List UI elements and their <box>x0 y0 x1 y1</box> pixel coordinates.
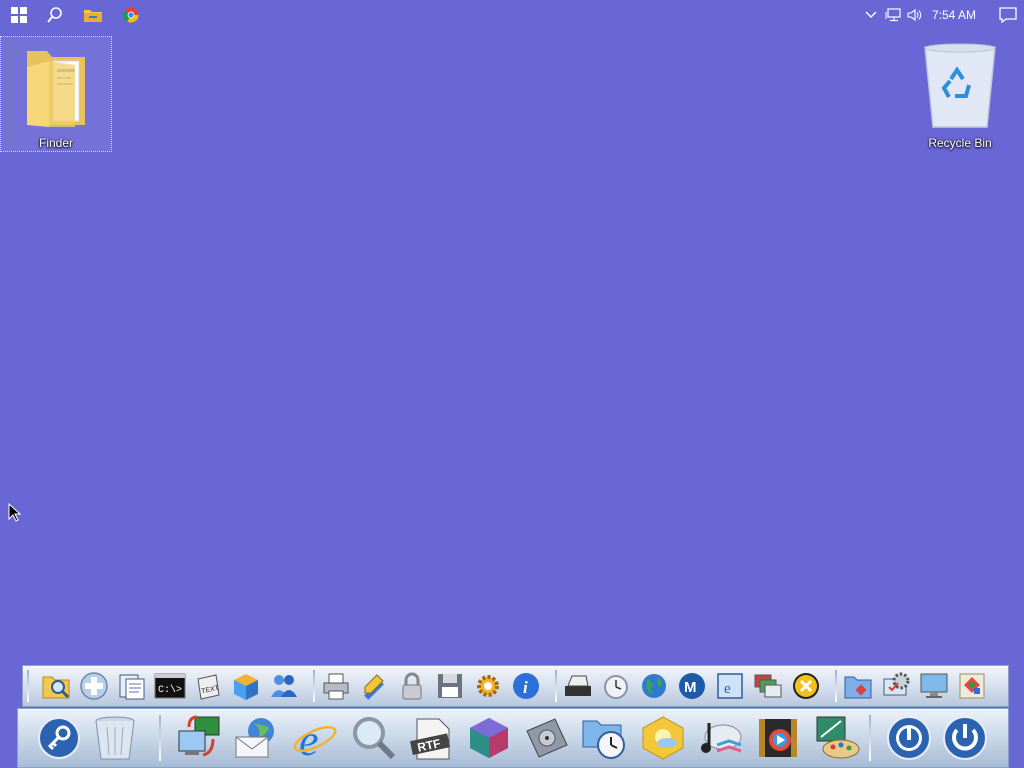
weather-icon[interactable] <box>637 713 689 763</box>
desktop-icon-label: Finder <box>38 136 73 150</box>
3d-cube-icon[interactable] <box>463 713 515 763</box>
network-icon[interactable] <box>882 0 904 30</box>
trash-icon[interactable] <box>91 713 139 763</box>
power-restart-icon[interactable] <box>884 713 934 763</box>
dock-upper: C:\> TEXT i M e <box>22 665 1009 707</box>
chevron-up-icon[interactable] <box>860 0 882 30</box>
dock-separator <box>835 670 837 702</box>
dock-separator <box>27 670 29 702</box>
clock-icon[interactable] <box>599 669 633 703</box>
svg-text:e: e <box>724 681 731 697</box>
browser-window-icon[interactable]: e <box>713 669 747 703</box>
printer-icon[interactable] <box>319 669 353 703</box>
svg-text:M: M <box>684 679 697 696</box>
svg-text:i: i <box>523 678 528 697</box>
chrome-icon[interactable] <box>112 0 150 30</box>
mouse-pointer-icon <box>8 503 22 522</box>
package-icon[interactable] <box>229 669 263 703</box>
video-player-icon[interactable] <box>753 713 805 763</box>
command-prompt-icon[interactable]: C:\> <box>153 669 187 703</box>
search-magnifier-icon[interactable] <box>347 713 399 763</box>
taskbar: 7:54 AM <box>0 0 1024 30</box>
search-icon[interactable] <box>36 0 74 30</box>
windows-start-icon[interactable] <box>0 0 38 30</box>
folder-tools-icon[interactable] <box>841 669 875 703</box>
dock-separator <box>869 715 871 761</box>
system-tray: 7:54 AM <box>860 0 1024 30</box>
settings-gear-icon[interactable] <box>471 669 505 703</box>
mail-m-icon[interactable]: M <box>675 669 709 703</box>
folder-search-icon[interactable] <box>39 669 73 703</box>
paint-icon[interactable] <box>955 669 989 703</box>
network-users-icon[interactable] <box>267 669 301 703</box>
clock[interactable]: 7:54 AM <box>932 8 976 22</box>
floppy-disk-icon[interactable] <box>433 669 467 703</box>
dock-separator <box>313 670 315 702</box>
remote-desktop-icon[interactable] <box>173 713 225 763</box>
time-machine-icon[interactable] <box>579 713 631 763</box>
desktop-icon-recycle-bin[interactable]: Recycle Bin <box>905 37 1015 150</box>
file-explorer-icon[interactable] <box>74 0 112 30</box>
desktop-icon-label: Recycle Bin <box>928 136 992 150</box>
pencil-ruler-icon[interactable] <box>357 669 391 703</box>
disk-utility-icon[interactable] <box>521 713 573 763</box>
globe-icon[interactable] <box>637 669 671 703</box>
svg-text:C:\>: C:\> <box>158 684 182 696</box>
close-x-icon[interactable] <box>789 669 823 703</box>
info-icon[interactable]: i <box>509 669 543 703</box>
system-settings-icon[interactable] <box>879 669 913 703</box>
email-globe-icon[interactable] <box>231 713 283 763</box>
volume-icon[interactable] <box>904 0 926 30</box>
power-off-icon[interactable] <box>940 713 990 763</box>
key-icon[interactable] <box>35 713 83 763</box>
lock-icon[interactable] <box>395 669 429 703</box>
dock-lower: e RTF <box>17 708 1009 768</box>
image-editor-icon[interactable] <box>811 713 863 763</box>
internet-explorer-icon[interactable]: e <box>289 713 341 763</box>
rtf-document-icon[interactable]: RTF <box>405 713 457 763</box>
documents-icon[interactable] <box>115 669 149 703</box>
dock-separator <box>159 715 161 761</box>
scanner-icon[interactable] <box>561 669 595 703</box>
action-center-icon[interactable] <box>992 0 1024 30</box>
folder-icon <box>27 51 85 127</box>
recycle-bin-icon <box>924 43 996 128</box>
dock-separator <box>555 670 557 702</box>
plus-icon[interactable] <box>77 669 111 703</box>
music-icon[interactable] <box>695 713 747 763</box>
monitor-icon[interactable] <box>917 669 951 703</box>
windows-stack-icon[interactable] <box>751 669 785 703</box>
text-editor-icon[interactable]: TEXT <box>191 669 225 703</box>
desktop-icon-finder[interactable]: Finder <box>0 36 112 152</box>
